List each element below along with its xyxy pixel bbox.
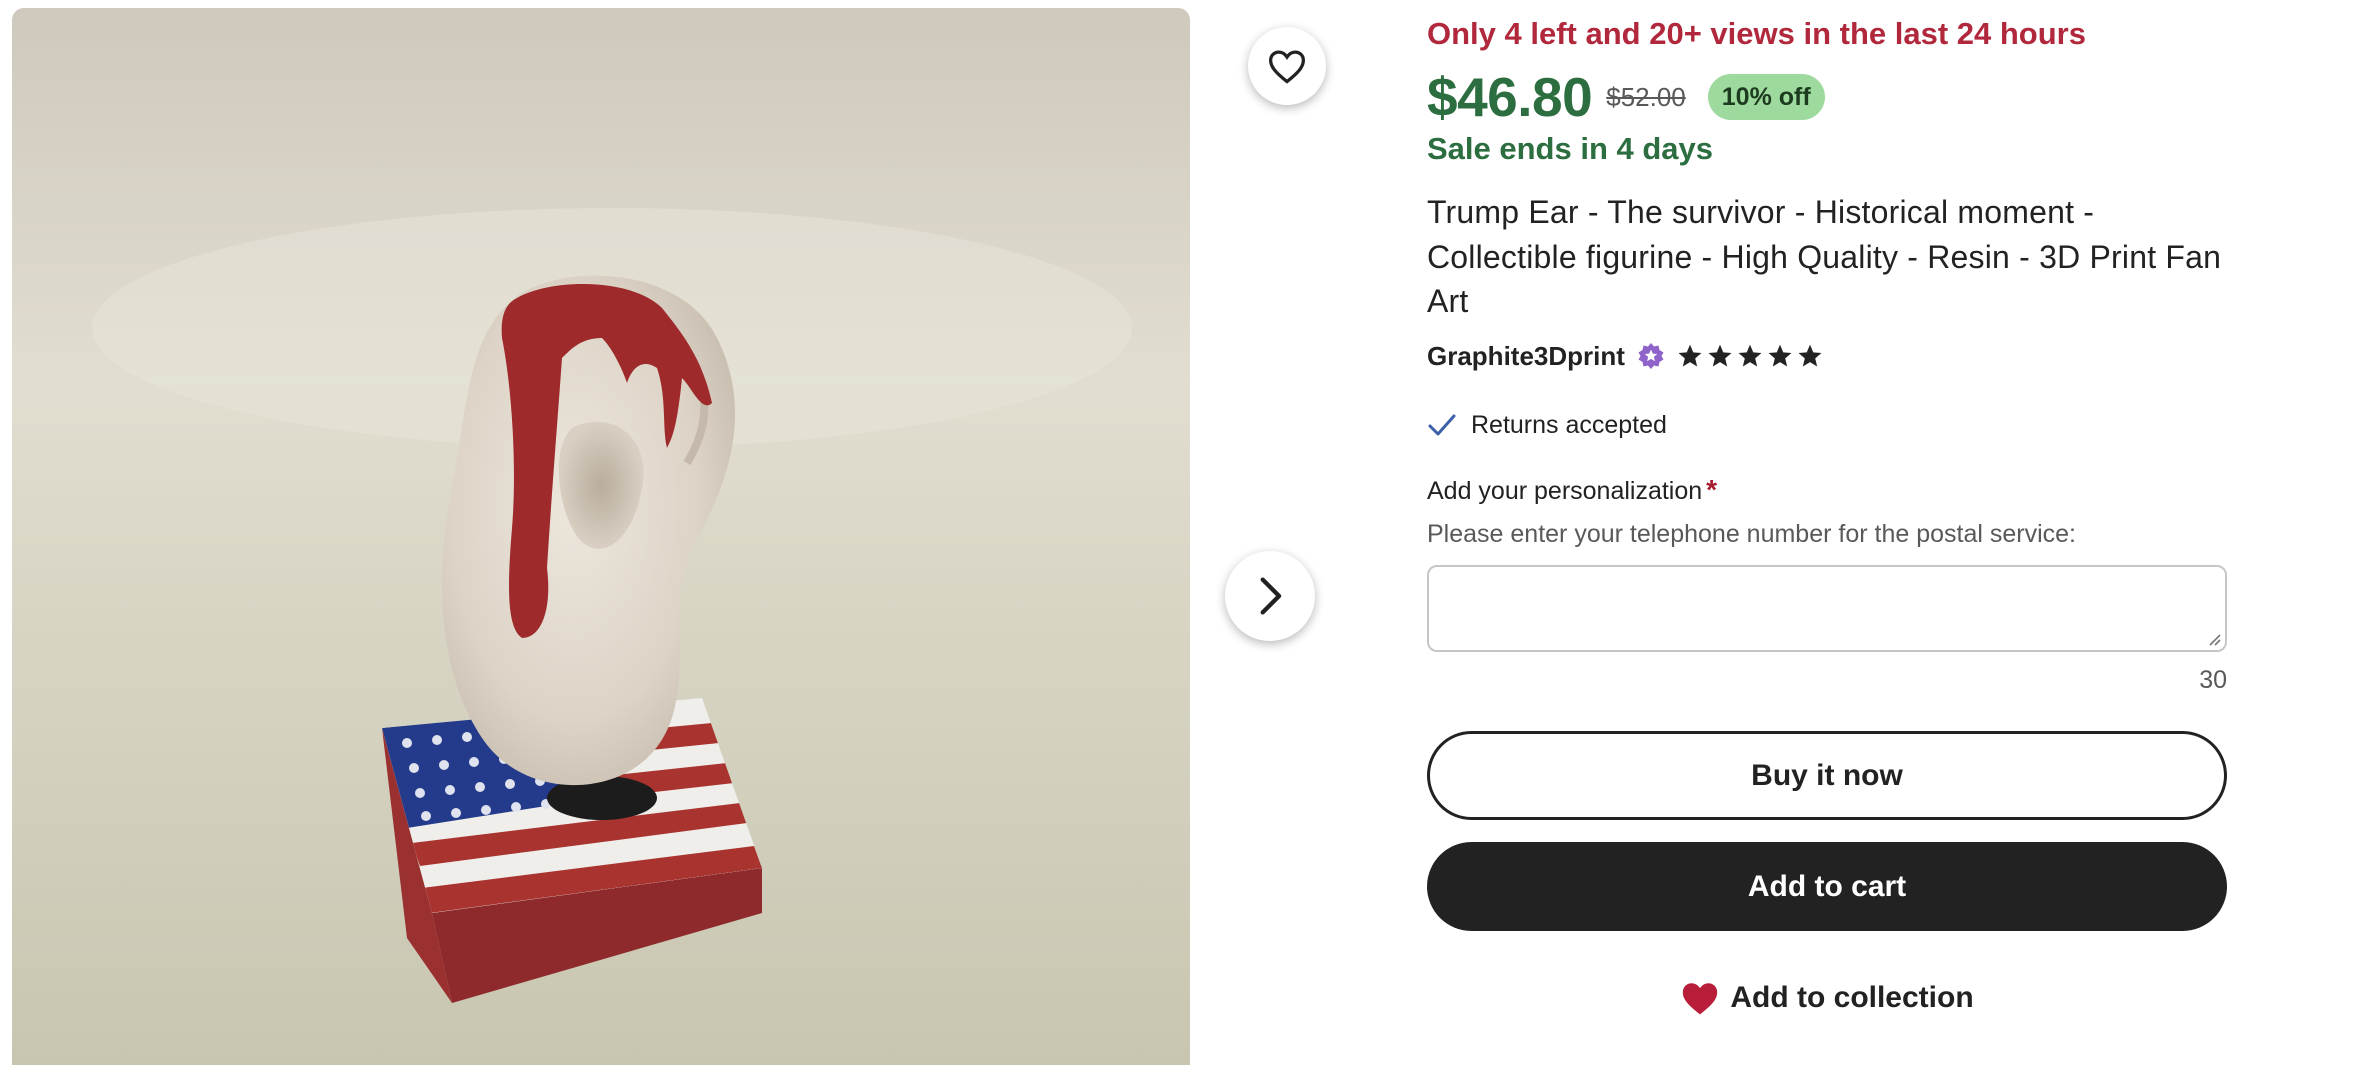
heart-outline-icon [1268,50,1306,84]
price-row: $46.80 $52.00 10% off [1427,62,1825,132]
returns-text: Returns accepted [1471,410,1667,439]
returns-info: Returns accepted [1427,406,1667,444]
chevron-right-icon [1260,577,1282,615]
sale-ends-text: Sale ends in 4 days [1427,131,1714,166]
sale-price: $46.80 [1427,66,1593,128]
resize-handle-icon[interactable] [2207,632,2221,646]
add-to-collection-label: Add to collection [1730,981,1974,1014]
shop-name-link[interactable]: Graphite3Dprint [1427,341,1625,372]
checkmark-icon [1428,414,1456,436]
buy-it-now-button[interactable]: Buy it now [1427,731,2227,820]
original-price: $52.00 [1606,81,1686,112]
listing-title: Trump Ear - The survivor - Historical mo… [1427,194,2222,319]
product-image[interactable] [12,8,1190,1065]
scarcity-message: Only 4 left and 20+ views in the last 24… [1427,16,2086,51]
star-icon [1798,344,1822,367]
star-seller-badge-icon [1637,342,1665,370]
personalization-input[interactable] [1427,565,2227,652]
star-icon [1708,344,1732,367]
personalization-label: Add your personalization * [1427,474,1717,506]
next-image-button[interactable] [1225,551,1315,641]
personalization-label-text: Add your personalization [1427,477,1703,505]
add-to-collection-button[interactable]: Add to collection [1427,974,2227,1022]
star-icon [1678,344,1702,367]
character-count: 30 [2199,666,2227,694]
personalization-instructions: Please enter your telephone number for t… [1427,520,2076,548]
required-marker: * [1706,474,1718,505]
star-icon [1738,344,1762,367]
heart-filled-icon [1683,983,1718,1015]
star-icon [1768,344,1792,367]
add-to-cart-button[interactable]: Add to cart [1427,842,2227,931]
favorite-button[interactable] [1248,27,1326,105]
shop-info: Graphite3Dprint [1427,337,1823,375]
product-photo-figurine [12,8,1190,1065]
rating-stars[interactable] [1677,343,1823,369]
discount-badge: 10% off [1707,74,1825,120]
